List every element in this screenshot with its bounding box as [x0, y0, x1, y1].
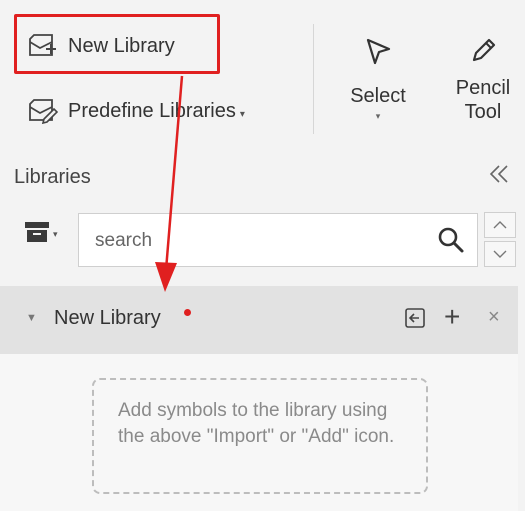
archive-icon: [24, 221, 50, 248]
libraries-title: Libraries: [14, 166, 91, 188]
pencil-label-line1: Pencil: [455, 77, 511, 99]
highlight-box: [14, 14, 220, 74]
pencil-label-line2: Tool: [464, 101, 502, 123]
toolbar-separator: [313, 24, 314, 134]
predefine-libraries-icon: [28, 98, 58, 124]
chevron-up-icon[interactable]: [484, 212, 516, 238]
select-arrow-icon: [363, 36, 393, 72]
archive-caret-icon: ▾: [53, 229, 58, 239]
import-icon[interactable]: [404, 307, 426, 334]
library-name: New Library: [54, 307, 161, 329]
expand-triangle-icon[interactable]: ▼: [26, 312, 37, 324]
empty-library-hint: Add symbols to the library using the abo…: [92, 378, 428, 494]
search-box: [78, 213, 478, 267]
pencil-tool-button[interactable]: Pencil Tool: [444, 36, 522, 124]
chevron-down-icon[interactable]: [484, 241, 516, 267]
dropdown-caret-icon: ▾: [239, 108, 245, 120]
archive-menu-button[interactable]: ▾: [24, 221, 58, 248]
pencil-icon: [468, 36, 498, 72]
predefine-libraries-button[interactable]: Predefine Libraries ▾: [28, 91, 245, 131]
select-tool-button[interactable]: Select ▾: [340, 36, 416, 128]
predefine-libraries-label: Predefine Libraries: [68, 99, 236, 122]
select-caret-icon: ▾: [375, 111, 381, 121]
unsaved-indicator: [184, 309, 191, 316]
close-icon[interactable]: ×: [488, 306, 500, 328]
search-input[interactable]: [93, 226, 397, 256]
collapse-double-chevron-icon[interactable]: [487, 163, 511, 191]
add-icon[interactable]: +: [444, 303, 460, 331]
search-icon[interactable]: [437, 226, 465, 259]
